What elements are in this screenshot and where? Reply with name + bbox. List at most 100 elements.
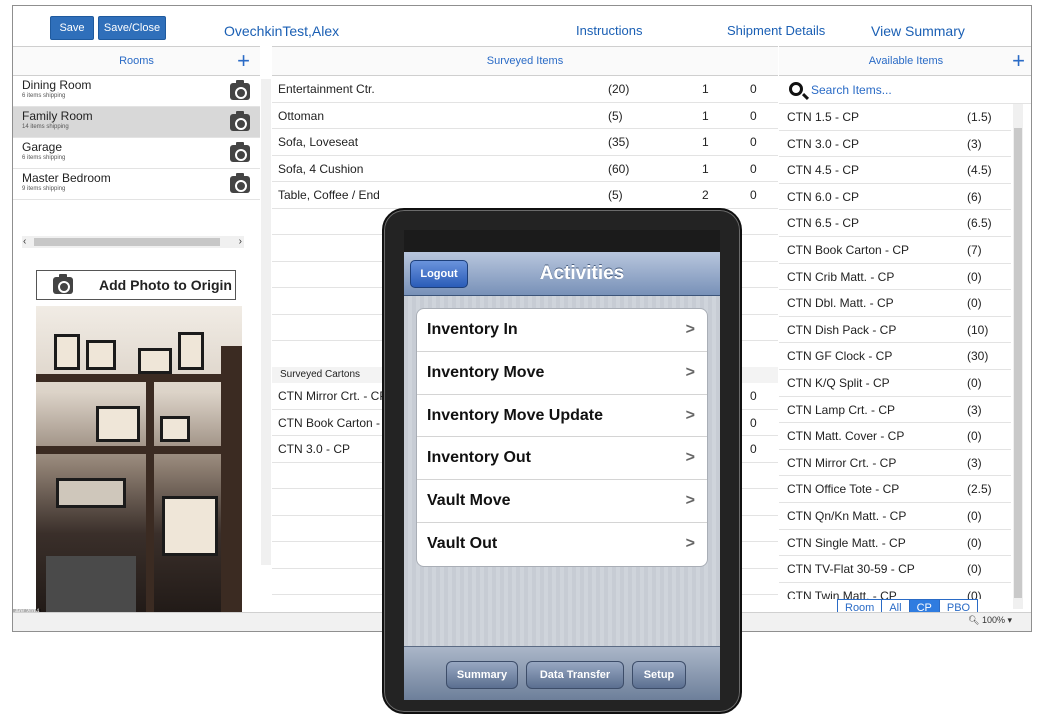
available-item-row[interactable]: CTN Dish Pack - CP (10) xyxy=(779,317,1011,344)
activity-item[interactable]: Inventory Move Update > xyxy=(417,395,707,438)
room-item[interactable]: Master Bedroom 9 items shipping xyxy=(13,169,260,200)
available-item-row[interactable]: CTN Book Carton - CP (7) xyxy=(779,237,1011,264)
available-item-row[interactable]: CTN Office Tote - CP (2.5) xyxy=(779,476,1011,503)
available-item-row[interactable]: CTN Lamp Crt. - CP (3) xyxy=(779,397,1011,424)
item-cubic-feet: (4.5) xyxy=(967,163,992,178)
item-cubic-feet: (1.5) xyxy=(967,110,992,124)
data-transfer-button[interactable]: Data Transfer xyxy=(526,661,624,689)
rooms-header: Rooms + xyxy=(13,46,260,76)
available-item-row[interactable]: CTN Twin Matt. - CP (0) xyxy=(779,583,1011,599)
search-input[interactable]: Search Items... xyxy=(779,76,1031,104)
scrollbar-thumb[interactable] xyxy=(1014,128,1022,598)
item-name: Entertainment Ctr. xyxy=(278,82,375,96)
available-item-row[interactable]: CTN Qn/Kn Matt. - CP (0) xyxy=(779,503,1011,530)
scroll-left-icon[interactable]: ‹ xyxy=(23,236,26,248)
surveyed-items-header: Surveyed Items xyxy=(272,46,778,76)
activity-label: Inventory Move xyxy=(427,363,545,381)
item-pbo: 0 xyxy=(750,161,757,176)
rooms-horizontal-scrollbar[interactable]: ‹ › xyxy=(22,236,244,248)
activity-item[interactable]: Inventory In > xyxy=(417,309,707,352)
available-item-row[interactable]: CTN Mirror Crt. - CP (3) xyxy=(779,450,1011,477)
surveyed-item-row[interactable]: Sofa, 4 Cushion (60) 1 0 xyxy=(272,156,778,182)
chevron-right-icon: > xyxy=(685,321,695,338)
item-name: CTN 6.0 - CP xyxy=(787,189,860,204)
available-item-row[interactable]: CTN GF Clock - CP (30) xyxy=(779,343,1011,370)
activities-list: Inventory In > Inventory Move > Inventory Mo… xyxy=(416,308,708,567)
surveyed-item-row[interactable]: Table, Coffee / End (5) 2 0 xyxy=(272,182,778,209)
available-item-row[interactable]: CTN Crib Matt. - CP (0) xyxy=(779,264,1011,291)
activity-item[interactable]: Inventory Move > xyxy=(417,352,707,395)
item-cubic-feet: (0) xyxy=(967,562,982,577)
phone-toolbar: Summary Data Transfer Setup xyxy=(404,646,720,700)
available-item-row[interactable]: CTN 3.0 - CP (3) xyxy=(779,131,1011,158)
camera-icon[interactable] xyxy=(230,111,250,131)
activity-label: Vault Move xyxy=(427,492,511,510)
available-item-row[interactable]: CTN Dbl. Matt. - CP (0) xyxy=(779,290,1011,317)
available-items-scrollbar[interactable] xyxy=(1013,104,1023,609)
room-item-count: 14 items shipping xyxy=(22,124,69,130)
activity-item[interactable]: Vault Move > xyxy=(417,480,707,523)
customer-name[interactable]: OvechkinTest,Alex xyxy=(224,23,339,39)
room-item[interactable]: Dining Room 6 items shipping xyxy=(13,76,260,107)
scrollbar-thumb[interactable] xyxy=(34,238,220,246)
rooms-vertical-scrollbar[interactable]: ⌄ xyxy=(261,79,271,622)
phone-title: Activities xyxy=(539,263,625,284)
item-name: CTN Office Tote - CP xyxy=(787,482,900,497)
room-name: Master Bedroom xyxy=(22,171,111,185)
item-cubic-feet: (0) xyxy=(967,535,982,550)
available-item-row[interactable]: CTN TV-Flat 30-59 - CP (0) xyxy=(779,556,1011,583)
save-close-button[interactable]: Save/Close xyxy=(98,16,166,40)
available-item-row[interactable]: CTN K/Q Split - CP (0) xyxy=(779,370,1011,397)
add-room-plus-icon[interactable]: + xyxy=(237,49,250,73)
shipment-details-link[interactable]: Shipment Details xyxy=(727,23,825,38)
save-button[interactable]: Save xyxy=(50,16,94,40)
surveyed-item-row[interactable]: Entertainment Ctr. (20) 1 0 xyxy=(272,76,778,103)
surveyed-item-row[interactable]: Sofa, Loveseat (35) 1 0 xyxy=(272,129,778,156)
activity-item[interactable]: Vault Out > xyxy=(417,523,707,566)
item-name: CTN GF Clock - CP xyxy=(787,349,893,364)
available-item-row[interactable]: CTN Single Matt. - CP (0) xyxy=(779,530,1011,557)
chevron-right-icon: > xyxy=(685,492,695,510)
available-item-row[interactable]: CTN 1.5 - CP (1.5) xyxy=(779,104,1011,131)
activity-label: Inventory Move Update xyxy=(427,406,604,424)
carton-pbo: 0 xyxy=(750,415,757,430)
room-photo xyxy=(36,306,242,614)
top-toolbar: Save Save/Close OvechkinTest,Alex Instru… xyxy=(13,6,1031,46)
camera-icon[interactable] xyxy=(230,173,250,193)
item-quantity: 1 xyxy=(702,82,709,96)
room-list: Dining Room 6 items shipping Family Room 14… xyxy=(13,76,260,200)
item-name: Sofa, Loveseat xyxy=(278,135,359,149)
available-item-row[interactable]: CTN Matt. Cover - CP (0) xyxy=(779,423,1011,450)
available-item-row[interactable]: CTN 6.0 - CP (6) xyxy=(779,184,1011,211)
item-quantity: 2 xyxy=(702,188,709,202)
carton-pbo: 0 xyxy=(750,389,757,403)
instructions-link[interactable]: Instructions xyxy=(576,23,642,38)
activity-item[interactable]: Inventory Out > xyxy=(417,437,707,481)
view-summary-link[interactable]: View Summary xyxy=(871,23,965,39)
zoom-level[interactable]: 🔍︎ 100% ▾ xyxy=(968,615,1012,626)
available-item-row[interactable]: CTN 6.5 - CP (6.5) xyxy=(779,210,1011,237)
item-name: Table, Coffee / End xyxy=(278,188,380,202)
camera-icon[interactable] xyxy=(230,80,250,100)
add-item-plus-icon[interactable]: + xyxy=(1012,49,1025,73)
camera-icon[interactable] xyxy=(230,142,250,162)
summary-button[interactable]: Summary xyxy=(446,661,518,689)
room-item[interactable]: Family Room 14 items shipping xyxy=(13,107,260,138)
item-name: CTN TV-Flat 30-59 - CP xyxy=(787,562,915,577)
scroll-right-icon[interactable]: › xyxy=(239,236,242,248)
available-item-row[interactable]: CTN 4.5 - CP (4.5) xyxy=(779,157,1011,184)
item-cubic-feet: (60) xyxy=(608,161,630,176)
item-quantity: 1 xyxy=(702,135,709,149)
zoom-value: 100% xyxy=(981,615,1005,625)
room-item[interactable]: Garage 6 items shipping xyxy=(13,138,260,169)
item-name: CTN 4.5 - CP xyxy=(787,163,860,178)
surveyed-item-row[interactable]: Ottoman (5) 1 0 xyxy=(272,103,778,129)
item-cubic-feet: (6) xyxy=(967,189,982,204)
item-name: Sofa, 4 Cushion xyxy=(278,161,364,176)
item-cubic-feet: (5) xyxy=(608,188,623,202)
search-icon xyxy=(789,82,803,96)
item-cubic-feet: (35) xyxy=(608,135,630,149)
setup-button[interactable]: Setup xyxy=(632,661,686,689)
add-photo-button[interactable]: Add Photo to Origin xyxy=(36,270,236,300)
available-items-header: Available Items + xyxy=(779,46,1031,76)
